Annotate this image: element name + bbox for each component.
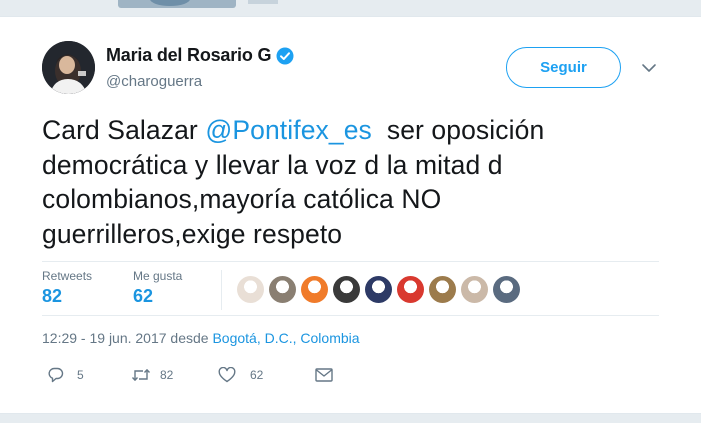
liker-avatar[interactable] [237,276,264,303]
liker-avatar[interactable] [269,276,296,303]
likes-count: 62 [133,286,154,306]
tweet-text-line-3: colombianos,mayoría católica NO [42,184,442,214]
tweet-text-fragment: Card Salazar [42,115,206,145]
direct-message-button[interactable] [315,368,333,382]
liker-avatar[interactable] [493,276,520,303]
tweet-text-line-2: democrática y llevar la voz d la mitad d [42,149,503,180]
verified-badge-icon [276,47,294,65]
reply-count: 5 [77,368,84,382]
like-button[interactable]: 62 [218,367,315,383]
chevron-down-icon[interactable] [641,61,657,73]
tweet-text-line-1: Card Salazar @Pontifex_es ser oposición [42,113,662,148]
avatar[interactable] [42,41,95,94]
liker-avatar[interactable] [461,276,488,303]
liker-avatar[interactable] [333,276,360,303]
retweet-button[interactable]: 82 [131,367,218,383]
author-name-row: Maria del Rosario G [106,45,294,66]
liker-avatar[interactable] [301,276,328,303]
liker-avatar[interactable] [365,276,392,303]
author-name[interactable]: Maria del Rosario G [106,45,271,66]
location-link[interactable]: Bogotá, D.C., Colombia [212,330,359,346]
tweet-card: Maria del Rosario G @charoguerra Seguir … [0,16,701,414]
retweets-stat[interactable]: Retweets 82 [42,269,92,307]
reply-icon [48,367,64,383]
retweets-label: Retweets [42,269,93,283]
divider [42,315,659,316]
tweet-text: Card Salazar @Pontifex_es ser oposición … [42,113,662,251]
tweet-actions: 5 82 62 [42,367,333,383]
timestamp-text[interactable]: 12:29 - 19 jun. 2017 desde [42,330,212,346]
author-handle[interactable]: @charoguerra [106,73,202,90]
liker-avatar[interactable] [429,276,456,303]
retweet-count: 82 [160,368,174,382]
previous-tweet-strip [0,0,701,16]
liker-avatar[interactable] [397,276,424,303]
tweet-timestamp: 12:29 - 19 jun. 2017 desde Bogotá, D.C.,… [42,330,360,346]
like-count: 62 [250,368,264,382]
tweet-text-fragment: ser oposición [371,115,545,145]
envelope-icon [315,368,333,382]
likes-label: Me gusta [133,269,183,283]
likers-avatar-list [237,276,525,303]
likes-stat[interactable]: Me gusta 62 [133,269,182,307]
mention-link[interactable]: @Pontifex_es [205,115,372,145]
previous-media-fragment [248,0,278,4]
retweet-icon [131,367,151,383]
retweets-count: 82 [42,286,63,306]
reply-button[interactable]: 5 [42,367,131,383]
follow-button[interactable]: Seguir [506,47,621,88]
heart-icon [218,367,236,383]
divider [221,270,222,310]
tweet-text-line-4: guerrilleros,exige respeto [42,218,343,249]
divider [42,261,659,262]
